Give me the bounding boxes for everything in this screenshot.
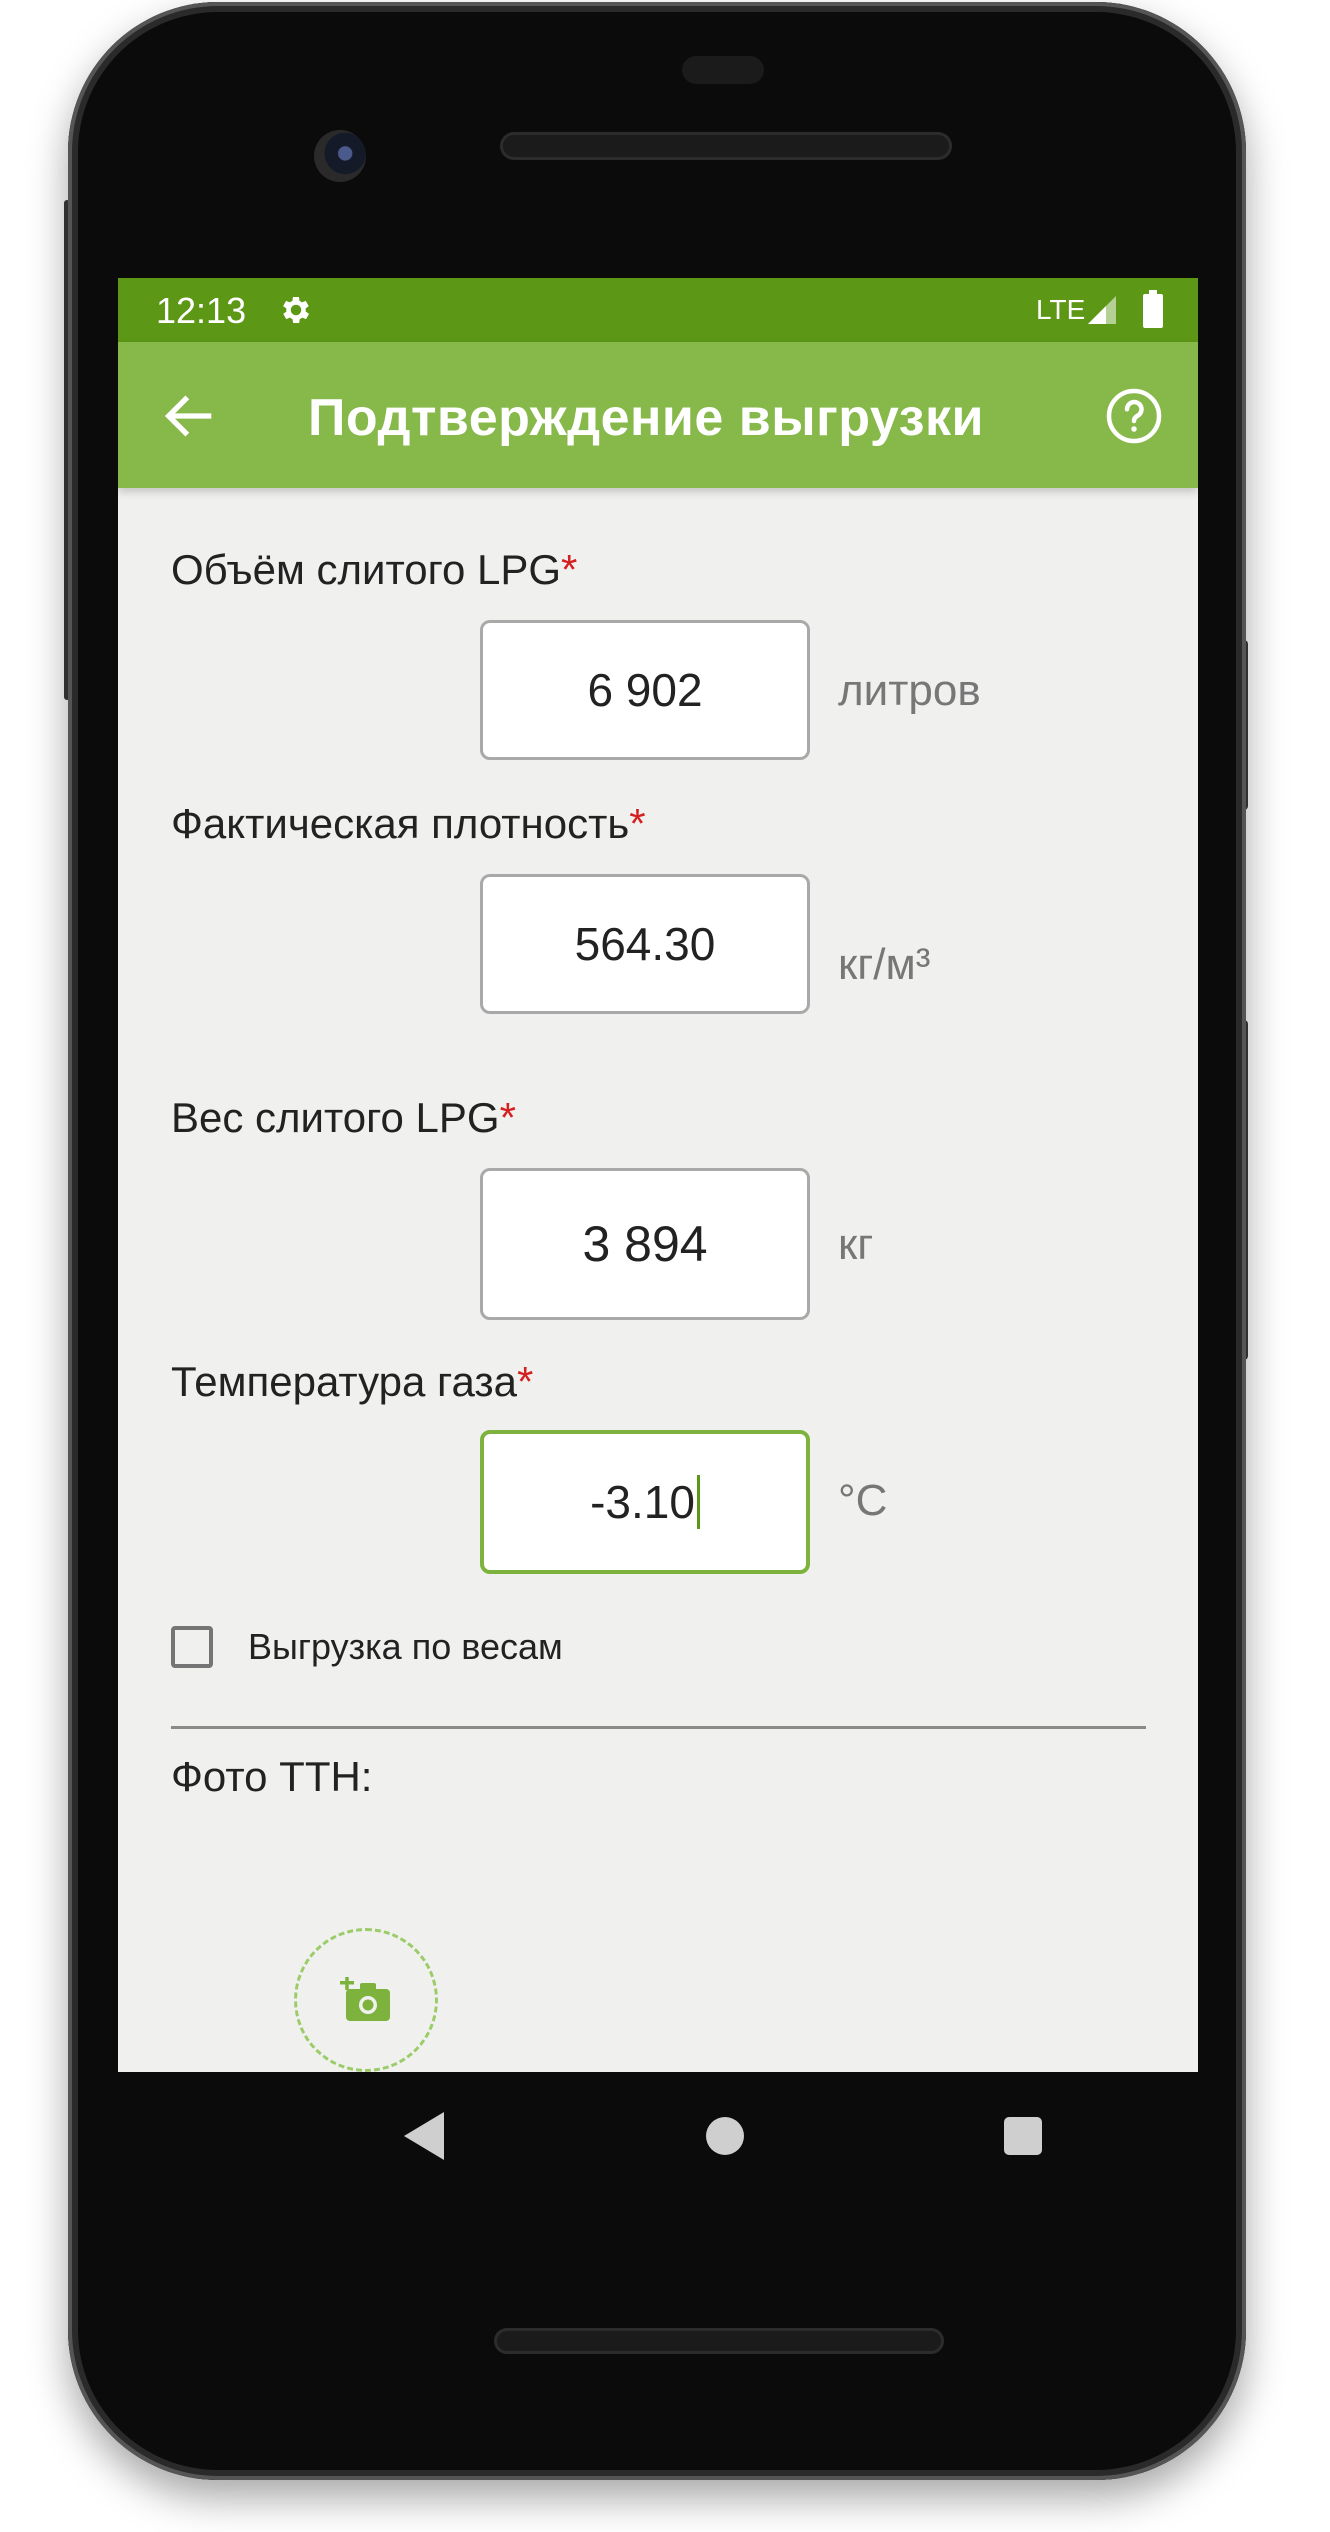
- density-value: 564.30: [574, 918, 716, 970]
- volume-label-text: Объём слитого LPG: [171, 546, 562, 593]
- divider: [171, 1726, 1146, 1729]
- status-network: LTE: [1036, 294, 1086, 325]
- arrow-left-icon[interactable]: [158, 384, 222, 448]
- weight-unit: кг: [838, 1220, 874, 1269]
- battery-icon: [1143, 290, 1163, 328]
- temperature-value: -3.10: [590, 1476, 695, 1528]
- by-weight-checkbox[interactable]: [171, 1626, 213, 1668]
- required-mark: *: [516, 1358, 534, 1405]
- nav-recents-icon[interactable]: [1004, 2117, 1042, 2155]
- density-unit: кг/м³: [838, 940, 931, 989]
- density-input[interactable]: 564.30: [480, 874, 810, 1014]
- temperature-label-text: Температура газа: [171, 1358, 517, 1405]
- front-camera: [314, 130, 366, 182]
- top-slot: [682, 56, 764, 84]
- app-bar: Подтверждение выгрузки: [118, 342, 1198, 488]
- add-photo-icon: [340, 1977, 390, 2021]
- required-mark: *: [561, 546, 578, 593]
- volume-input[interactable]: 6 902: [480, 620, 810, 760]
- app-screen: 12:13 LTE Подтверждение выгрузки Объём с…: [118, 278, 1198, 2072]
- page-title: Подтверждение выгрузки: [308, 389, 984, 447]
- weight-label: Вес слитого LPG*: [171, 1094, 516, 1142]
- device-frame: 12:13 LTE Подтверждение выгрузки Объём с…: [0, 0, 1330, 2532]
- nav-back-icon[interactable]: [402, 2110, 448, 2162]
- status-bar: 12:13 LTE: [118, 278, 1198, 342]
- temperature-input[interactable]: -3.10: [480, 1430, 810, 1574]
- temperature-label: Температура газа*: [171, 1358, 533, 1406]
- status-time: 12:13: [156, 290, 247, 331]
- volume-value: 6 902: [587, 664, 703, 716]
- required-mark: *: [629, 800, 646, 847]
- earpiece-speaker: [500, 132, 952, 160]
- gear-icon: [283, 296, 310, 324]
- density-label-text: Фактическая плотность: [171, 800, 630, 847]
- weight-label-text: Вес слитого LPG: [171, 1094, 500, 1141]
- volume-label: Объём слитого LPG*: [171, 546, 577, 594]
- weight-input[interactable]: 3 894: [480, 1168, 810, 1320]
- bottom-speaker: [494, 2328, 944, 2354]
- volume-unit: литров: [838, 666, 981, 715]
- add-photo-button[interactable]: [294, 1928, 438, 2072]
- text-caret: [696, 1475, 700, 1529]
- required-mark: *: [499, 1094, 516, 1141]
- help-circle-icon[interactable]: [1104, 386, 1164, 446]
- signal-icon: [1088, 296, 1116, 324]
- weight-value: 3 894: [582, 1216, 708, 1272]
- by-weight-label[interactable]: Выгрузка по весам: [248, 1626, 563, 1668]
- temperature-unit: °C: [838, 1476, 888, 1525]
- nav-home-icon[interactable]: [706, 2117, 744, 2155]
- photo-label: Фото ТТН:: [171, 1753, 373, 1800]
- density-label: Фактическая плотность*: [171, 800, 646, 848]
